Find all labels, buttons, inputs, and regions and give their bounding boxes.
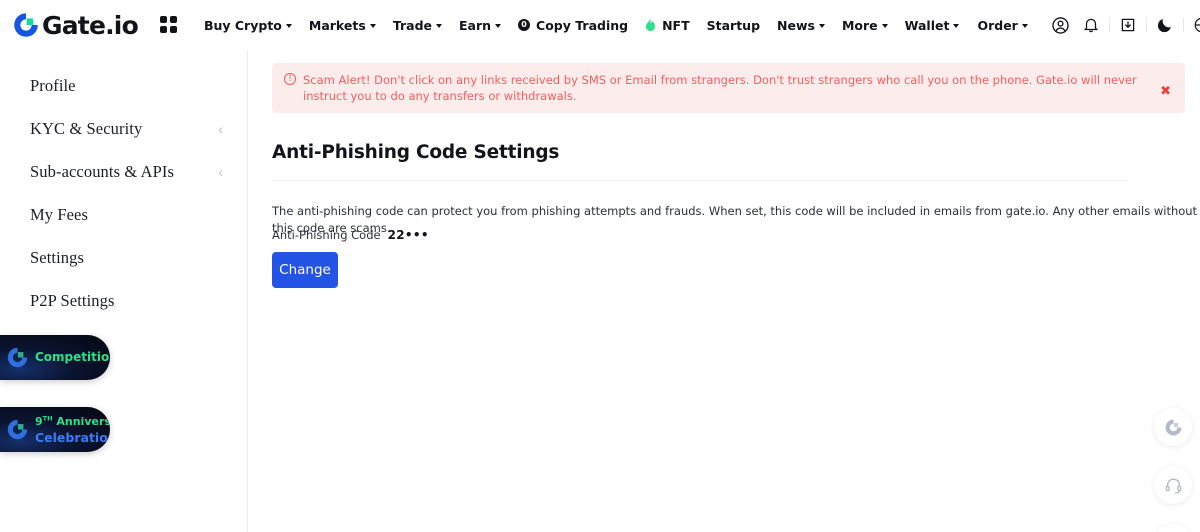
language-globe-icon[interactable] [1187,12,1200,38]
nav-item-nft[interactable]: NFT [645,18,690,33]
promo-badge-competition[interactable]: Competition [0,335,110,380]
header-right-group: Wallet Order [905,12,1200,38]
chevron-left-icon: ‹ [218,163,223,180]
copy-trading-icon: 0 [518,19,531,31]
primary-nav: Buy Crypto Markets Trade Earn 0 Copy Tra… [204,18,905,33]
nav-item-buy-crypto[interactable]: Buy Crypto [204,18,292,33]
chevron-down-icon [818,24,825,28]
promo-badge-line1: 9TH Anniversary [35,414,110,428]
chevron-down-icon [1021,24,1028,28]
apps-grid-icon[interactable] [159,16,178,34]
promo-badge-text: 9TH Anniversary Celebration [35,413,110,447]
nav-item-markets[interactable]: Markets [309,18,376,33]
chevron-down-icon [953,24,960,28]
gate-logo-icon [12,11,40,39]
sidebar-item-settings[interactable]: Settings [0,236,247,279]
app-page: Gate.io Buy Crypto Markets Trade Earn 0 … [0,0,1200,532]
dark-mode-moon-icon[interactable] [1150,12,1180,38]
sidebar-item-label: My Fees [30,204,88,224]
nav-label: More [841,17,878,33]
promo-badge-anniversary[interactable]: 9TH Anniversary Celebration [0,407,110,452]
chevron-down-icon [436,24,442,28]
chevron-down-icon [881,24,888,28]
nav-item-news[interactable]: News [777,18,825,33]
sidebar-item-profile[interactable]: Profile [0,64,247,107]
gate-logo-icon [6,346,29,369]
sidebar-item-label: Settings [30,247,84,267]
promo-badge-line1: Competition [35,350,110,365]
nav-item-copy-trading[interactable]: 0 Copy Trading [518,18,628,33]
nav-label: Copy Trading [536,17,629,33]
warning-circle-icon: ! [284,73,296,85]
alert-message: Scam Alert! Don't click on any links rec… [303,73,1137,103]
sidebar-item-label: P2P Settings [30,290,115,310]
account-sidebar: Profile KYC & Security ‹ Sub-accounts & … [0,50,248,532]
chevron-down-icon [369,24,376,28]
brand-name: Gate.io [42,10,139,40]
nav-label: Startup [706,17,761,33]
order-label: Order [977,17,1018,33]
nav-label: Earn [459,17,492,33]
gate-logo-fab-icon[interactable] [1154,408,1192,446]
sidebar-item-my-fees[interactable]: My Fees [0,193,247,236]
download-app-icon[interactable] [1113,12,1143,38]
sidebar-item-kyc-security[interactable]: KYC & Security ‹ [0,107,247,150]
promo-badges: Competition 9TH Anniversary Celebration [0,335,110,479]
code-label: Anti-Phishing Code [272,228,381,242]
nav-label: Markets [308,17,366,33]
top-header: Gate.io Buy Crypto Markets Trade Earn 0 … [0,0,1200,50]
add-plus-icon[interactable] [1154,524,1192,532]
chevron-down-icon [285,24,292,28]
sidebar-item-label: Profile [30,75,76,95]
wallet-label: Wallet [904,17,950,33]
sidebar-item-label: Sub-accounts & APIs [30,161,174,181]
sidebar-item-p2p-settings[interactable]: P2P Settings [0,279,247,322]
nav-item-startup[interactable]: Startup [707,18,760,33]
change-button[interactable]: Change [272,252,338,288]
sidebar-item-label: KYC & Security [30,118,143,138]
close-icon[interactable]: ✖ [1160,85,1171,98]
sidebar-item-sub-accounts-apis[interactable]: Sub-accounts & APIs ‹ [0,150,247,193]
nav-item-earn[interactable]: Earn [459,17,502,33]
anti-phishing-code-row: Anti-Phishing Code 22••• [272,228,429,242]
chevron-left-icon: ‹ [218,120,223,137]
scam-alert-banner: ! Scam Alert! Don't click on any links r… [272,63,1185,113]
bell-notification-icon[interactable] [1076,12,1106,38]
title-divider [272,180,1129,181]
gate-logo-icon [6,418,29,441]
nav-label: Trade [392,17,432,33]
wallet-menu[interactable]: Wallet [905,18,960,33]
page-title: Anti-Phishing Code Settings [272,142,560,163]
order-menu[interactable]: Order [977,17,1028,33]
nav-item-trade[interactable]: Trade [393,18,442,33]
promo-badge-line2: Celebration [35,429,110,445]
nav-item-more[interactable]: More [842,18,888,33]
brand-logo[interactable]: Gate.io [12,10,139,40]
nav-label: NFT [662,17,690,33]
code-value: 22••• [387,228,429,242]
floating-action-buttons [1154,408,1192,532]
header-divider [1145,18,1147,32]
customer-support-headset-icon[interactable] [1154,466,1192,504]
header-divider [1182,18,1184,32]
nav-label: News [777,17,815,33]
main-content: ! Scam Alert! Don't click on any links r… [249,50,1200,532]
header-divider [1108,18,1110,32]
user-avatar-icon[interactable] [1046,12,1076,38]
nav-label: Buy Crypto [203,17,282,33]
chevron-down-icon [495,24,502,28]
nft-flame-icon [645,18,656,32]
promo-badge-text: Competition [35,349,110,366]
